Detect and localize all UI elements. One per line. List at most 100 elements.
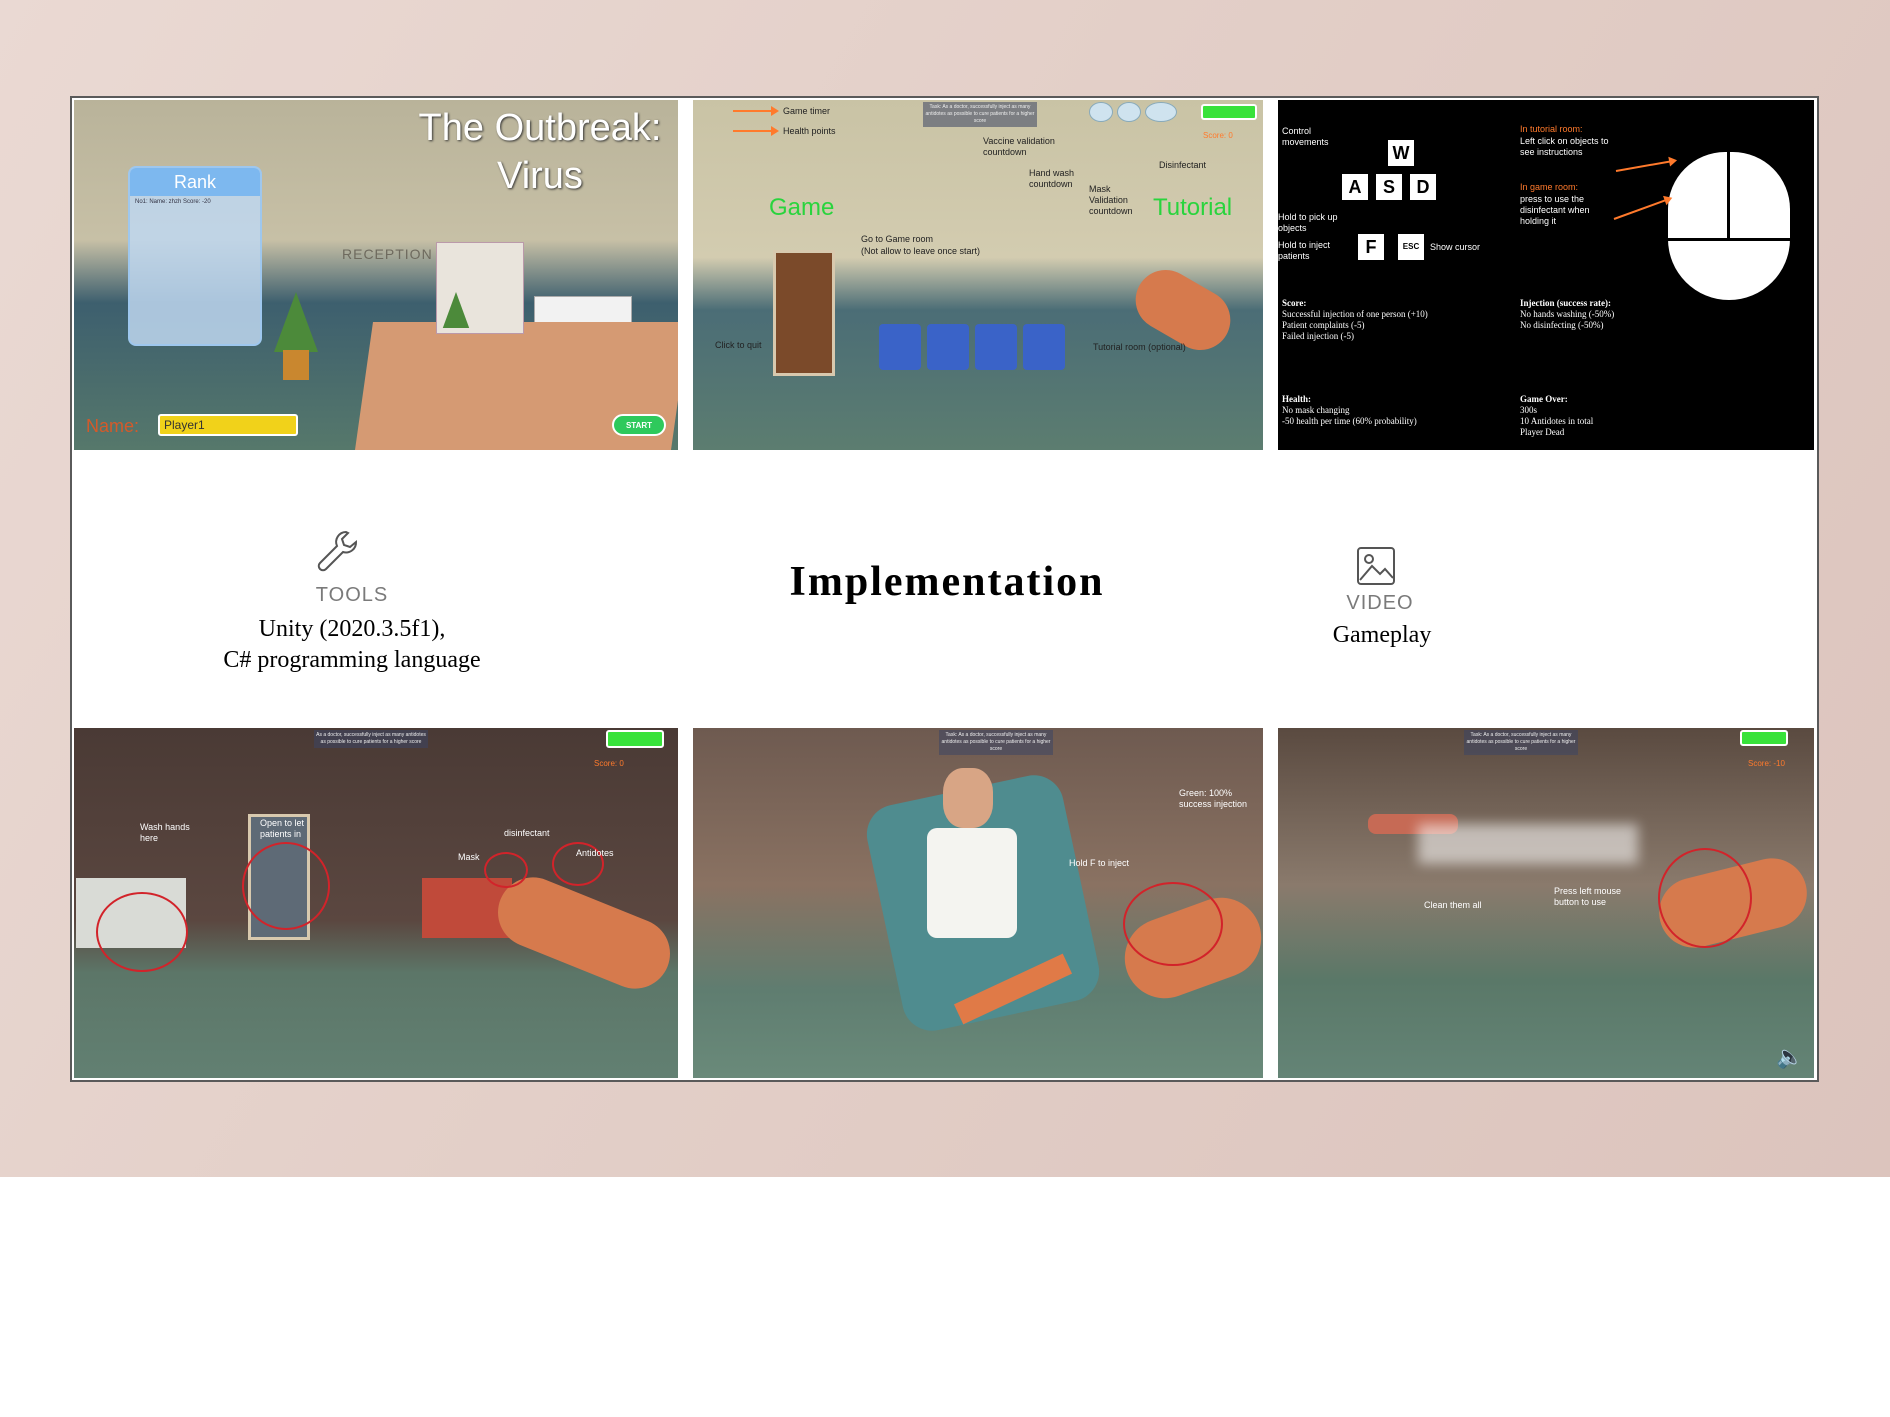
screenshot-lobby: Task: As a doctor, successfully inject a… <box>693 100 1263 450</box>
game-label: Game <box>769 194 835 221</box>
game-title-line1: The Outbreak: <box>418 107 662 149</box>
mouse-diagram <box>1668 152 1790 300</box>
arrow <box>733 106 779 116</box>
highlight-circle <box>1658 848 1752 948</box>
screenshot-controls: Control movements W A S D Hold to pick u… <box>1278 100 1814 450</box>
disinfectant-label: disinfectant <box>504 828 550 838</box>
game-title-line2: Virus <box>497 155 583 197</box>
section-title: Implementation <box>789 559 1105 605</box>
highlight-circle <box>96 892 188 972</box>
waiting-chair <box>927 324 969 370</box>
player-hand <box>487 866 678 1000</box>
gameplay-link[interactable]: Gameplay <box>1302 622 1462 649</box>
screenshot-injection: Task: As a doctor, successfully inject a… <box>693 728 1263 1078</box>
screenshot-disinfect: Task: As a doctor, successfully inject a… <box>1278 728 1814 1078</box>
score-line3: Failed injection (-5) <box>1282 331 1354 341</box>
speaker-icon[interactable]: 🔈 <box>1776 1044 1803 1070</box>
clean-label: Clean them all <box>1424 900 1482 910</box>
mask-countdown-label: Mask Validation countdown <box>1089 184 1133 216</box>
screenshot-prep-room: As a doctor, successfully inject as many… <box>74 728 678 1078</box>
gameover-line2: 10 Antidotes in total <box>1520 416 1594 426</box>
spray-cloud <box>1418 824 1638 864</box>
score-readout: Score: 0 <box>1203 131 1233 140</box>
no-leave-label: (Not allow to leave once start) <box>861 246 981 256</box>
score-line2: Patient complaints (-5) <box>1282 320 1365 330</box>
task-box: Task: As a doctor, successfully inject a… <box>939 730 1053 755</box>
name-input[interactable] <box>158 414 298 436</box>
score-line1: Successful injection of one person (+10) <box>1282 309 1428 319</box>
injection-line1: No hands washing (-50%) <box>1520 309 1615 319</box>
antidotes-label: Antidotes <box>576 848 614 858</box>
health-bar <box>1740 730 1788 746</box>
tutorial-room-text: Left click on objects to see instruction… <box>1520 136 1609 157</box>
control-label: Control movements <box>1282 126 1329 147</box>
arrow <box>1615 159 1676 172</box>
poster-board: RECEPTION The Outbreak: Virus Rank No1: … <box>72 98 1817 1080</box>
highlight-circle <box>484 852 528 888</box>
patient-head <box>943 768 993 828</box>
mask-icon <box>1145 102 1177 122</box>
key-a: A <box>1342 174 1368 200</box>
waiting-chair <box>879 324 921 370</box>
image-icon[interactable] <box>1356 546 1396 586</box>
game-room-door <box>773 250 835 376</box>
key-esc: ESC <box>1398 234 1424 260</box>
go-game-label: Go to Game room <box>861 234 934 244</box>
tutorial-label: Tutorial <box>1153 194 1233 221</box>
vaccine-icon <box>1089 102 1113 122</box>
mask-label: Mask <box>458 852 480 862</box>
tools-label: TOOLS <box>315 584 389 606</box>
hold-inject-label: Hold to inject patients <box>1278 240 1331 261</box>
hold-f-label: Hold F to inject <box>1069 858 1130 868</box>
wash-hands-label: Wash hands here <box>140 822 190 843</box>
health-points-label: Health points <box>783 126 836 136</box>
game-room-text: press to use the disinfectant when holdi… <box>1520 194 1590 226</box>
video-label[interactable]: VIDEO <box>1330 592 1430 615</box>
show-cursor-label: Show cursor <box>1430 242 1481 252</box>
arrow <box>733 126 779 136</box>
gameover-block: Game Over: 300s 10 Antidotes in total Pl… <box>1520 394 1720 438</box>
task-box: Task: As a doctor, successfully inject a… <box>923 102 1037 127</box>
open-door-label: Open to let patients in <box>260 818 305 839</box>
green-success-label: Green: 100% success injection <box>1179 788 1248 809</box>
disinfectant-label: Disinfectant <box>1159 160 1207 170</box>
game-title: The Outbreak: Virus <box>410 104 670 200</box>
key-d: D <box>1410 174 1436 200</box>
key-s: S <box>1376 174 1402 200</box>
hold-pick-label: Hold to pick up objects <box>1278 212 1338 233</box>
divider <box>678 728 693 1080</box>
task-box: As a doctor, successfully inject as many… <box>314 730 428 748</box>
health-line1: No mask changing <box>1282 405 1350 415</box>
gameover-line3: Player Dead <box>1520 427 1565 437</box>
health-bar <box>606 730 664 748</box>
arrow <box>1613 197 1671 220</box>
click-quit-label: Click to quit <box>715 340 762 350</box>
pot-left <box>283 350 309 380</box>
plant-left <box>274 292 318 352</box>
rank-row: No1: Name: zhzh Score: -20 <box>135 199 211 205</box>
injection-block: Injection (success rate): No hands washi… <box>1520 298 1810 331</box>
game-room-heading: In game room: <box>1520 182 1579 192</box>
rank-panel: Rank No1: Name: zhzh Score: -20 <box>128 166 262 346</box>
health-bar <box>1201 104 1257 120</box>
score-heading: Score: <box>1282 298 1307 308</box>
score-readout: Score: -10 <box>1748 759 1785 768</box>
health-block: Health: No mask changing -50 health per … <box>1282 394 1512 427</box>
screenshot-main-menu: RECEPTION The Outbreak: Virus Rank No1: … <box>74 100 678 450</box>
start-button[interactable]: START <box>612 414 666 436</box>
score-block: Score: Successful injection of one perso… <box>1282 298 1512 342</box>
injection-heading: Injection (success rate): <box>1520 298 1611 308</box>
handwash-countdown-label: Hand wash countdown <box>1029 168 1075 189</box>
reception-sign: RECEPTION <box>342 246 433 262</box>
tools-line1: Unity (2020.3.5f1), <box>258 616 446 642</box>
waiting-chair <box>1023 324 1065 370</box>
key-f: F <box>1358 234 1384 260</box>
tools-description: Unity (2020.3.5f1), C# programming langu… <box>222 614 482 676</box>
divider <box>1263 728 1278 1080</box>
tools-line2: C# programming language <box>223 647 481 673</box>
highlight-circle <box>1123 882 1223 966</box>
waiting-chair <box>975 324 1017 370</box>
health-line2: -50 health per time (60% probability) <box>1282 416 1417 426</box>
vaccine-countdown-label: Vaccine validation countdown <box>983 136 1055 157</box>
health-heading: Health: <box>1282 394 1311 404</box>
